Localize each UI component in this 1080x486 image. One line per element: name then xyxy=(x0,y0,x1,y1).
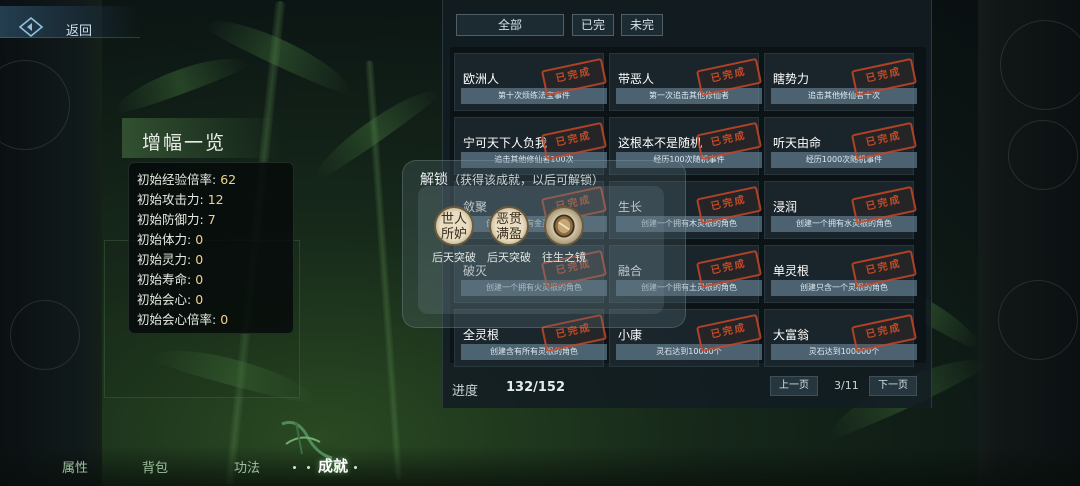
achievement-desc: 灵石达到100000个 xyxy=(771,344,917,360)
unlock-reward-badge[interactable]: 世人所妒 xyxy=(434,206,474,246)
stat-row: 初始寿命: 0 xyxy=(137,269,203,288)
stat-row: 初始体力: 0 xyxy=(137,229,203,248)
achievement-name: 这根本不是随机 xyxy=(618,136,703,150)
right-border-ornament xyxy=(978,0,1080,486)
achievement-desc: 经历1000次随机事件 xyxy=(771,152,917,168)
stat-row: 初始会心: 0 xyxy=(137,289,203,308)
stat-value: 62 xyxy=(220,172,237,187)
stats-title: 增幅一览 xyxy=(142,132,227,154)
stat-label: 初始攻击力: xyxy=(137,192,204,207)
stat-row: 初始攻击力: 12 xyxy=(137,189,224,208)
achievement-card[interactable]: 带恶人 第一次追击其他修仙者 已完成 xyxy=(609,53,763,111)
stat-value: 0 xyxy=(195,232,204,247)
stat-row: 初始会心倍率: 0 xyxy=(137,309,228,328)
cloud-swirl-ornament xyxy=(10,300,80,370)
stat-label: 初始灵力: xyxy=(137,252,192,267)
stat-value: 7 xyxy=(207,212,216,227)
page-indicator: 3/11 xyxy=(834,379,859,392)
achievement-desc: 第一次追击其他修仙者 xyxy=(616,88,762,104)
achievement-name: 宁可天下人负我 xyxy=(463,136,548,150)
achievement-name: 浸润 xyxy=(773,200,798,214)
dragon-swirl-ornament xyxy=(998,280,1078,360)
unlock-subtitle: （获得该成就，以后可解锁） xyxy=(448,173,605,187)
mirror-icon xyxy=(553,214,575,238)
achievement-desc: 追击其他修仙者十次 xyxy=(771,88,917,104)
nav-bag[interactable]: 背包 xyxy=(142,457,168,476)
achievement-card[interactable]: 欧洲人 第十次烦练法宝事件 已完成 xyxy=(454,53,608,111)
achievement-name: 小康 xyxy=(618,328,643,342)
stat-row: 初始经验倍率: 62 xyxy=(137,169,236,188)
achievement-card[interactable]: 单灵根 创建只含一个灵根的角色 已完成 xyxy=(764,245,918,303)
achievement-name: 瞎势力 xyxy=(773,72,810,86)
unlock-reward-label: 往生之镜 xyxy=(542,251,586,264)
next-page-button[interactable]: 下一页 xyxy=(869,376,917,396)
stat-label: 初始经验倍率: xyxy=(137,172,217,187)
stat-label: 初始防御力: xyxy=(137,212,204,227)
nav-dot xyxy=(307,466,310,469)
achievement-name: 单灵根 xyxy=(773,264,810,278)
unlock-reward-label: 后天突破 xyxy=(487,251,531,264)
filter-all-button[interactable]: 全部 xyxy=(456,14,564,36)
stats-card: 初始经验倍率: 62 初始攻击力: 12 初始防御力: 7 初始体力: 0 初始灵力: 0… xyxy=(128,162,294,334)
achievement-card[interactable]: 浸润 创建一个拥有水灵根的角色 已完成 xyxy=(764,181,918,239)
achievement-name: 全灵根 xyxy=(463,328,500,342)
achievement-card[interactable]: 大富翁 灵石达到100000个 已完成 xyxy=(764,309,918,367)
dragon-swirl-ornament xyxy=(1000,20,1080,110)
unlock-title-text: 解锁 xyxy=(420,172,448,188)
unlock-popup-title: 解锁（获得该成就，以后可解锁） xyxy=(420,169,604,189)
nav-attributes[interactable]: 属性 xyxy=(62,457,88,476)
filter-done-button[interactable]: 已完 xyxy=(572,14,614,36)
achievement-name: 带恶人 xyxy=(618,72,655,86)
stat-label: 初始体力: xyxy=(137,232,192,247)
achievement-desc: 创建一个拥有水灵根的角色 xyxy=(771,216,917,232)
left-border-ornament xyxy=(0,0,102,486)
achievement-desc: 灵石达到10000个 xyxy=(616,344,762,360)
achievement-desc: 创建含有所有灵根的角色 xyxy=(461,344,607,360)
stat-label: 初始会心: xyxy=(137,292,192,307)
achievement-name: 欧洲人 xyxy=(463,72,500,86)
stat-row: 初始灵力: 0 xyxy=(137,249,203,268)
achievement-name: 听天由命 xyxy=(773,136,822,150)
back-button[interactable]: 返回 xyxy=(0,6,140,39)
diamond-back-icon xyxy=(18,16,44,38)
progress-value: 132/152 xyxy=(506,380,566,395)
achievement-card[interactable]: 瞎势力 追击其他修仙者十次 已完成 xyxy=(764,53,918,111)
stat-value: 0 xyxy=(195,252,204,267)
nav-dot xyxy=(293,466,296,469)
unlock-reward-mirror-icon[interactable] xyxy=(544,206,584,246)
prev-page-button[interactable]: 上一页 xyxy=(770,376,818,396)
achievement-name: 大富翁 xyxy=(773,328,810,342)
stat-value: 0 xyxy=(220,312,229,327)
nav-skills[interactable]: 功法 xyxy=(234,457,260,476)
dragon-swirl-ornament xyxy=(1008,120,1078,190)
stat-label: 初始会心倍率: xyxy=(137,312,217,327)
back-label: 返回 xyxy=(66,24,93,39)
stat-label: 初始寿命: xyxy=(137,272,192,287)
achievement-card[interactable]: 听天由命 经历1000次随机事件 已完成 xyxy=(764,117,918,175)
unlock-reward-badge[interactable]: 恶贯满盈 xyxy=(489,206,529,246)
stat-row: 初始防御力: 7 xyxy=(137,209,216,228)
achievement-desc: 创建只含一个灵根的角色 xyxy=(771,280,917,296)
nav-achievements[interactable]: 成就 xyxy=(318,455,348,476)
nav-dot xyxy=(354,466,357,469)
cloud-swirl-ornament xyxy=(0,60,70,150)
filter-undone-button[interactable]: 未完 xyxy=(621,14,663,36)
achievement-desc: 第十次烦练法宝事件 xyxy=(461,88,607,104)
unlock-reward-label: 后天突破 xyxy=(432,251,476,264)
progress-label: 进度 xyxy=(452,384,479,399)
stat-value: 0 xyxy=(195,292,204,307)
stat-value: 12 xyxy=(207,192,224,207)
stat-value: 0 xyxy=(195,272,204,287)
